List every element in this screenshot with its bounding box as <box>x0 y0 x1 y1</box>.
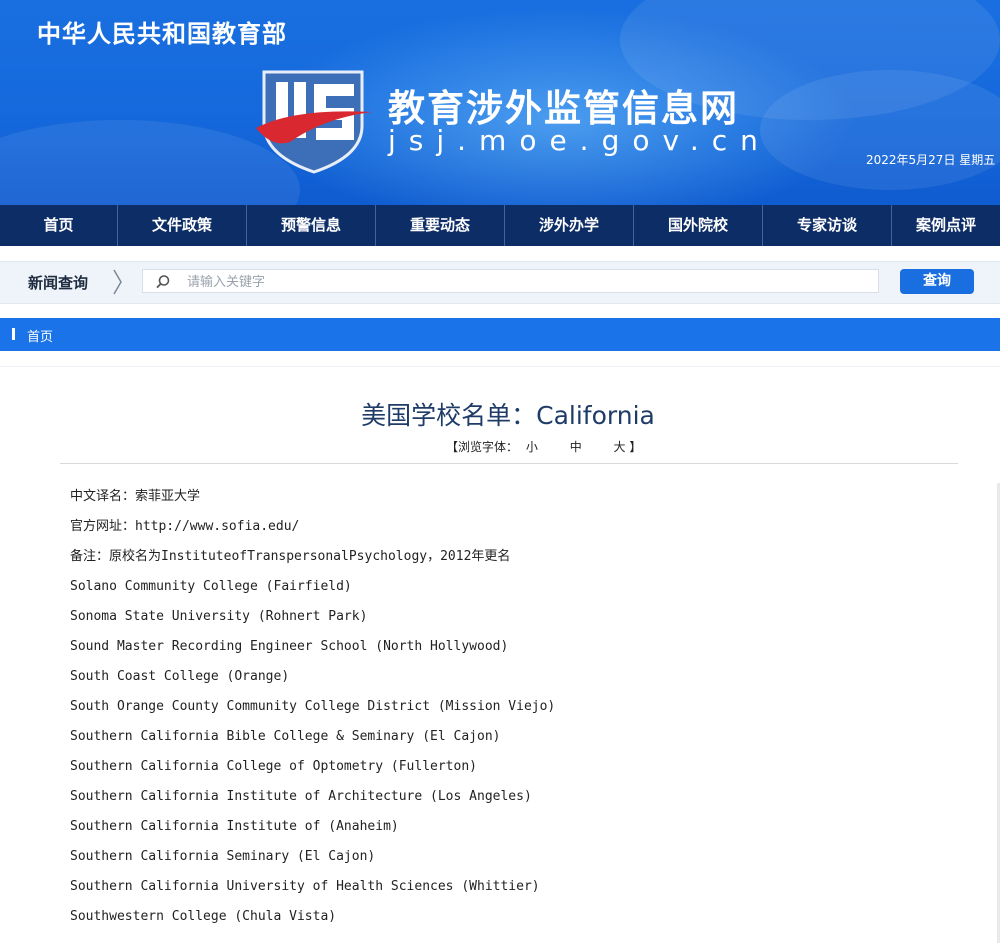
ministry-name[interactable]: 中华人民共和国教育部 <box>37 14 287 49</box>
article-line: Solano Community College (Fairfield) <box>70 579 352 594</box>
chevron-right-icon <box>113 269 122 295</box>
search-label: 新闻查询 <box>28 274 89 292</box>
article-line: South Orange County Community College Di… <box>70 699 556 714</box>
nav-important-news[interactable]: 重要动态 <box>376 205 505 246</box>
title-divider <box>60 463 958 464</box>
article-line: Southern California Institute of (Anahei… <box>70 819 399 834</box>
article-line: Sonoma State University (Rohnert Park) <box>70 609 368 624</box>
nav-warning-info[interactable]: 预警信息 <box>247 205 376 246</box>
article-line: 中文译名：索菲亚大学 <box>70 489 201 504</box>
site-logo[interactable] <box>254 68 372 174</box>
article-line: 官方网址：http://www.sofia.edu/ <box>70 519 300 534</box>
font-size-large-button[interactable]: 大 <box>614 438 626 455</box>
main-nav: 首页 文件政策 预警信息 重要动态 涉外办学 国外院校 专家访谈 案例点评 <box>0 205 1000 246</box>
article-line: Southern California College of Optometry… <box>70 759 477 774</box>
nav-foreign-schools[interactable]: 国外院校 <box>634 205 763 246</box>
breadcrumb-marker <box>12 328 15 340</box>
article-line: Southern California University of Health… <box>70 879 540 894</box>
nav-expert-interviews[interactable]: 专家访谈 <box>763 205 892 246</box>
nav-home[interactable]: 首页 <box>0 205 118 246</box>
nav-case-reviews[interactable]: 案例点评 <box>892 205 1000 246</box>
article-body: 中文译名：索菲亚大学 官方网址：http://www.sofia.edu/ 备注… <box>70 486 950 936</box>
article-line: Southern California Bible College & Semi… <box>70 729 501 744</box>
news-search-bar: 新闻查询 查询 <box>0 261 1000 304</box>
current-date: 2022年5月27日 星期五 <box>866 153 996 167</box>
search-input[interactable] <box>185 271 869 293</box>
nav-foreign-education[interactable]: 涉外办学 <box>505 205 634 246</box>
font-size-selector: 【浏览字体： 小 中 大 】 <box>446 438 641 455</box>
breadcrumb: 首页 <box>0 318 1000 351</box>
font-size-suffix: 】 <box>629 440 642 454</box>
article-line: 备注：原校名为InstituteofTranspersonalPsycholog… <box>70 549 511 564</box>
article-line: Sound Master Recording Engineer School (… <box>70 639 509 654</box>
header-banner: 中华人民共和国教育部 教育涉外监管信息网 jsj.moe.gov.cn 2022… <box>0 0 1000 205</box>
article-line: Southern California Seminary (El Cajon) <box>70 849 376 864</box>
article-line: Southern California Institute of Archite… <box>70 789 532 804</box>
search-icon <box>156 275 170 289</box>
article-title: 美国学校名单：California <box>361 401 655 430</box>
nav-policy-documents[interactable]: 文件政策 <box>118 205 247 246</box>
search-box <box>142 269 879 293</box>
font-size-medium-button[interactable]: 中 <box>570 438 582 455</box>
font-size-small-button[interactable]: 小 <box>526 438 538 455</box>
content-top-border <box>0 366 1000 367</box>
site-domain: jsj.moe.gov.cn <box>388 124 771 157</box>
article-line: South Coast College (Orange) <box>70 669 290 684</box>
font-size-prefix: 【浏览字体： <box>446 440 519 454</box>
breadcrumb-home-link[interactable]: 首页 <box>27 326 53 345</box>
search-button[interactable]: 查询 <box>900 269 974 294</box>
banner-cloud <box>760 70 1000 190</box>
article-line: Southwestern College (Chula Vista) <box>70 909 337 924</box>
